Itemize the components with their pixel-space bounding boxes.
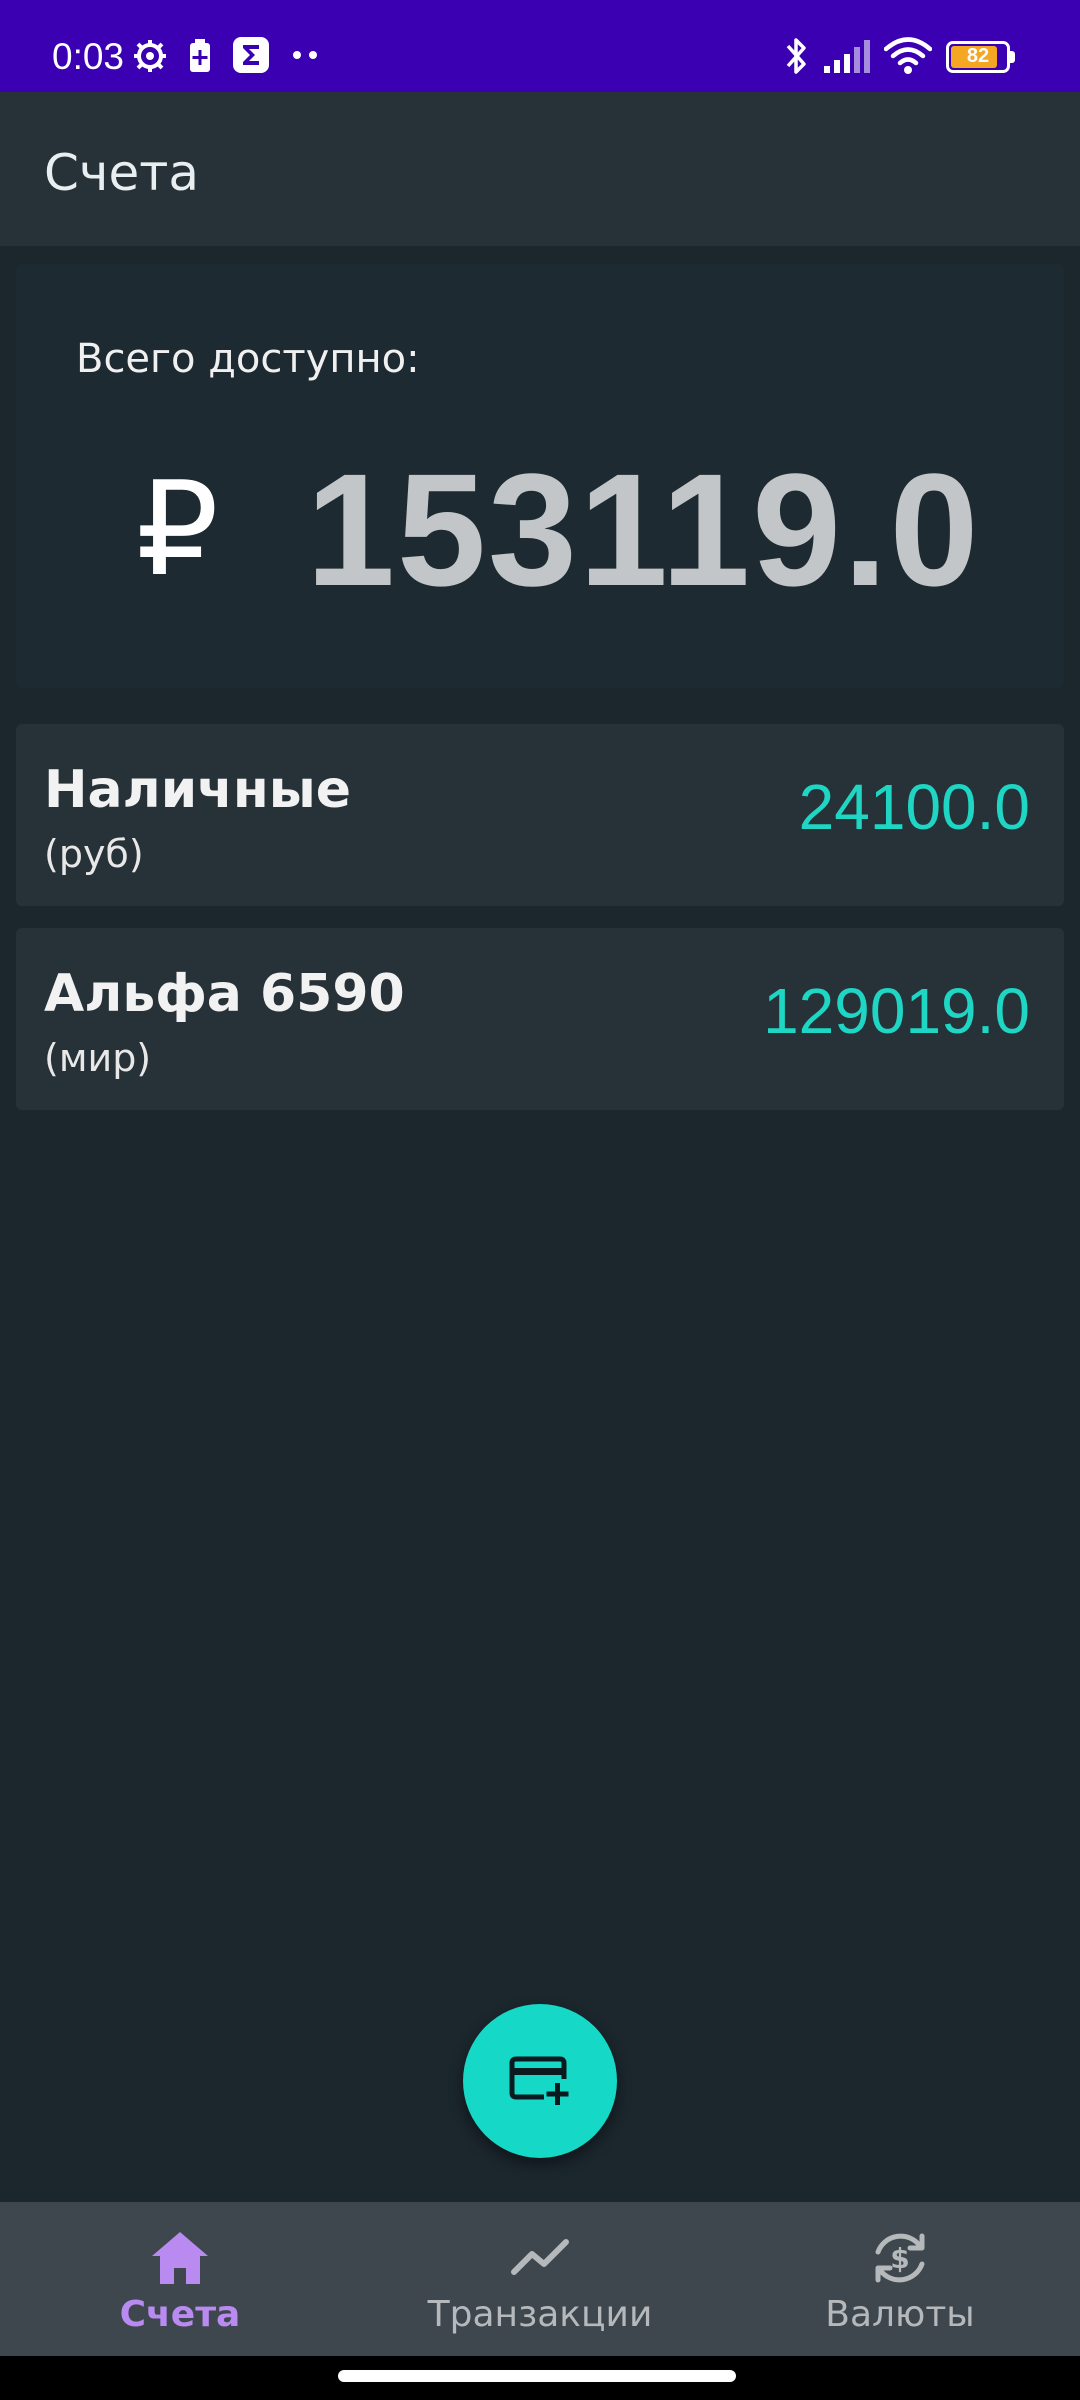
home-gesture-bar[interactable] — [338, 2370, 736, 2382]
account-currency: (мир) — [44, 1036, 152, 1080]
ruble-sign: ₽ — [136, 453, 219, 605]
nav-label: Валюты — [825, 2294, 975, 2335]
account-balance: 24100.0 — [798, 771, 1030, 843]
total-value: 153119.0 — [306, 440, 981, 619]
nav-label: Счета — [119, 2294, 241, 2335]
battery-level: 82 — [966, 45, 990, 67]
nav-item-transactions[interactable]: Транзакции — [360, 2202, 720, 2356]
bluetooth-icon — [786, 38, 806, 74]
account-card-cash[interactable]: Наличные (руб) 24100.0 — [16, 724, 1064, 906]
account-card-alfa[interactable]: Альфа 6590 (мир) 129019.0 — [16, 928, 1064, 1110]
page-title: Счета — [44, 144, 199, 202]
nav-item-currencies[interactable]: $ Валюты — [720, 2202, 1080, 2356]
account-balance: 129019.0 — [763, 975, 1030, 1047]
wifi-icon — [884, 37, 932, 74]
battery-icon: 82 — [946, 41, 1016, 73]
account-name: Наличные — [44, 760, 352, 820]
trending-icon — [511, 2239, 569, 2275]
signal-icon — [824, 40, 870, 73]
svg-text:$: $ — [890, 2242, 909, 2275]
add-account-button[interactable] — [463, 2004, 617, 2158]
gear-icon — [134, 40, 166, 72]
gesture-navigation-area — [0, 2356, 1080, 2400]
battery-saver-icon — [190, 39, 210, 72]
sigma-app-icon — [233, 37, 269, 73]
currency-exchange-icon: $ — [875, 2233, 925, 2283]
status-time: 0:03 — [52, 36, 125, 77]
add-card-icon — [509, 2056, 569, 2105]
nav-item-accounts[interactable]: Счета — [0, 2202, 360, 2356]
account-currency: (руб) — [44, 832, 144, 876]
account-name: Альфа 6590 — [44, 964, 405, 1024]
bottom-navigation: Счета Транзакции $ Валюты — [0, 2202, 1080, 2356]
status-bar: 0:03 82 — [0, 0, 1080, 92]
total-balance-card: Всего доступно: ₽ 153119.0 — [16, 264, 1064, 688]
nav-label: Транзакции — [427, 2294, 653, 2335]
more-dots-icon — [293, 51, 317, 59]
total-label: Всего доступно: — [76, 336, 420, 382]
app-bar: Счета — [0, 92, 1080, 246]
home-icon — [152, 2232, 208, 2284]
